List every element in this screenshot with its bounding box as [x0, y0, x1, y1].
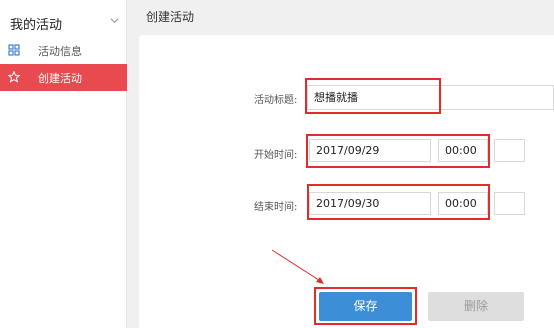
end-time-extra-field[interactable]	[494, 192, 525, 215]
end-date-input[interactable]: 2017/09/30	[309, 192, 431, 215]
star-icon	[8, 71, 20, 83]
sidebar-item-activity-info[interactable]: 活动信息	[0, 37, 127, 64]
sidebar-item-create-activity[interactable]: 创建活动	[0, 64, 127, 91]
save-button[interactable]: 保存	[319, 292, 412, 321]
annotation-arrow	[271, 249, 324, 284]
start-time-label: 开始时间:	[254, 150, 298, 161]
grid-icon	[8, 44, 20, 56]
end-time-label: 结束时间:	[254, 202, 298, 213]
end-time-input[interactable]: 00:00	[438, 192, 488, 215]
start-date-input[interactable]: 2017/09/29	[309, 139, 431, 162]
chevron-down-icon	[110, 18, 119, 24]
sidebar-item-label: 活动信息	[38, 45, 82, 58]
sidebar-item-label: 创建活动	[38, 72, 82, 85]
sidebar-header[interactable]: 我的活动	[0, 0, 127, 40]
page-header: 创建活动	[128, 0, 554, 34]
page-title: 创建活动	[146, 10, 195, 24]
title-input[interactable]: 想播就播	[307, 85, 554, 110]
sidebar: 我的活动 活动信息 创建活动	[0, 0, 127, 328]
sidebar-title: 我的活动	[10, 18, 63, 33]
start-time-input[interactable]: 00:00	[438, 139, 488, 162]
start-time-extra-field[interactable]	[494, 139, 525, 162]
delete-button[interactable]: 删除	[428, 292, 524, 321]
title-label: 活动标题:	[254, 95, 298, 106]
form-panel	[139, 35, 554, 328]
